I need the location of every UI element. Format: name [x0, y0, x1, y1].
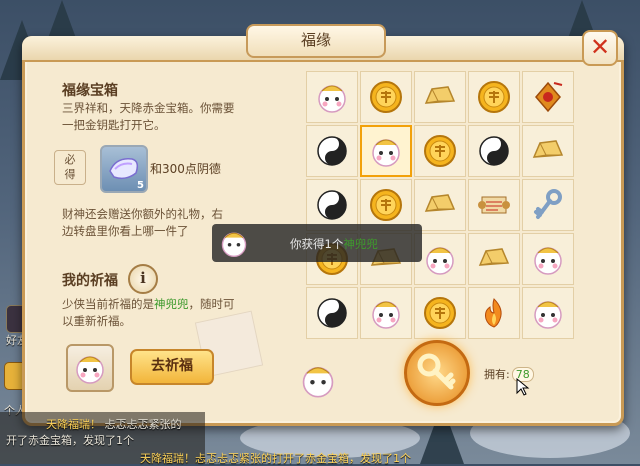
- guaranteed-label: 必 得: [54, 150, 86, 185]
- taiji-icon: [317, 136, 347, 166]
- grid-cell[interactable]: [414, 125, 466, 177]
- grid-cell[interactable]: [360, 125, 412, 177]
- grid-cell[interactable]: [468, 125, 520, 177]
- doll-icon: [221, 232, 247, 257]
- pray-title: 我的祈福: [62, 273, 118, 289]
- grid-cell[interactable]: [360, 71, 412, 123]
- doll-icon: [534, 301, 562, 329]
- toast-text: 你获得1个神兜兜: [290, 236, 378, 252]
- gold-coin-icon: [424, 297, 456, 329]
- taiji-icon: [317, 190, 347, 220]
- doll-icon: [302, 366, 334, 398]
- reward-grid: [306, 71, 574, 339]
- pray-item-name: 神兜兜: [154, 297, 189, 311]
- gold-ingot-icon: [532, 140, 564, 158]
- grid-cell[interactable]: [306, 287, 358, 339]
- grid-cell[interactable]: [522, 179, 574, 231]
- close-icon: ✕: [589, 33, 611, 61]
- grid-cell[interactable]: [414, 287, 466, 339]
- key-icon: [417, 353, 456, 390]
- reward-item-slot[interactable]: 5: [100, 145, 148, 193]
- guaranteed-char-1: 必: [64, 153, 76, 166]
- key-icon: [534, 189, 562, 219]
- chat-line-1: 天降福瑞！ 忐忑忐忑紧张的: [46, 416, 182, 432]
- grid-cell[interactable]: [522, 125, 574, 177]
- grid-cell[interactable]: [306, 125, 358, 177]
- doll-icon: [318, 85, 346, 113]
- gold-coin-icon: [478, 81, 510, 113]
- grid-cell[interactable]: [522, 287, 574, 339]
- doll-icon: [372, 139, 400, 167]
- chat-line1-rest: 忐忑忐忑紧张的: [104, 418, 182, 431]
- doll-icon: [534, 247, 562, 275]
- pray-desc-part1: 少侠当前祈福的是: [62, 297, 154, 311]
- grid-cell[interactable]: [306, 71, 358, 123]
- extra-gift-description: 财神还会赠送你额外的礼物，右边转盘里你看上哪一件了: [62, 207, 223, 238]
- grid-cell[interactable]: [414, 71, 466, 123]
- gold-ingot-icon: [424, 86, 456, 104]
- golden-key-button[interactable]: [404, 340, 470, 406]
- grid-cell[interactable]: [522, 233, 574, 285]
- grid-cell[interactable]: [360, 287, 412, 339]
- item-count: 5: [137, 180, 144, 191]
- guaranteed-char-2: 得: [64, 168, 76, 181]
- doll-icon: [426, 247, 454, 275]
- gold-coin-icon: [370, 189, 402, 221]
- go-pray-button[interactable]: 去祈福: [130, 349, 214, 385]
- info-icon[interactable]: i: [128, 264, 158, 294]
- owned-label: 拥有:: [484, 368, 510, 381]
- gold-coin-icon: [424, 135, 456, 167]
- lucky-charm-icon: [535, 81, 563, 113]
- obtain-toast: 你获得1个神兜兜: [212, 224, 422, 262]
- grid-cell[interactable]: [468, 233, 520, 285]
- grid-cell[interactable]: [468, 71, 520, 123]
- chest-title: 福缘宝箱: [62, 83, 118, 99]
- doll-icon: [372, 301, 400, 329]
- grid-cell[interactable]: [468, 287, 520, 339]
- gold-ingot-icon: [478, 248, 510, 266]
- toast-text-main: 你获得1个: [290, 237, 344, 251]
- close-button[interactable]: ✕: [582, 30, 618, 66]
- gold-ingot-icon: [424, 194, 456, 212]
- grid-cell[interactable]: [522, 71, 574, 123]
- grid-cell[interactable]: [468, 179, 520, 231]
- chest-description: 三界祥和，天降赤金宝箱。你需要一把金钥匙打开它。: [62, 101, 235, 132]
- taiji-icon: [317, 298, 347, 328]
- fire-icon: [485, 298, 502, 328]
- cursor-icon: [516, 378, 530, 396]
- current-pray-item[interactable]: [66, 344, 114, 392]
- toast-item-name: 神兜兜: [343, 237, 378, 251]
- taiji-icon: [479, 136, 509, 166]
- scroll-icon: [478, 196, 510, 214]
- grid-cell[interactable]: [414, 179, 466, 231]
- reward-text: 和300点阴德: [150, 162, 221, 176]
- chat-line-2: 开了赤金宝箱，发现了1个: [6, 434, 134, 447]
- doll-icon: [76, 356, 104, 384]
- gold-coin-icon: [370, 81, 402, 113]
- chat-line1-highlight: 天降福瑞！: [46, 418, 101, 431]
- window-title: 福缘: [246, 24, 386, 58]
